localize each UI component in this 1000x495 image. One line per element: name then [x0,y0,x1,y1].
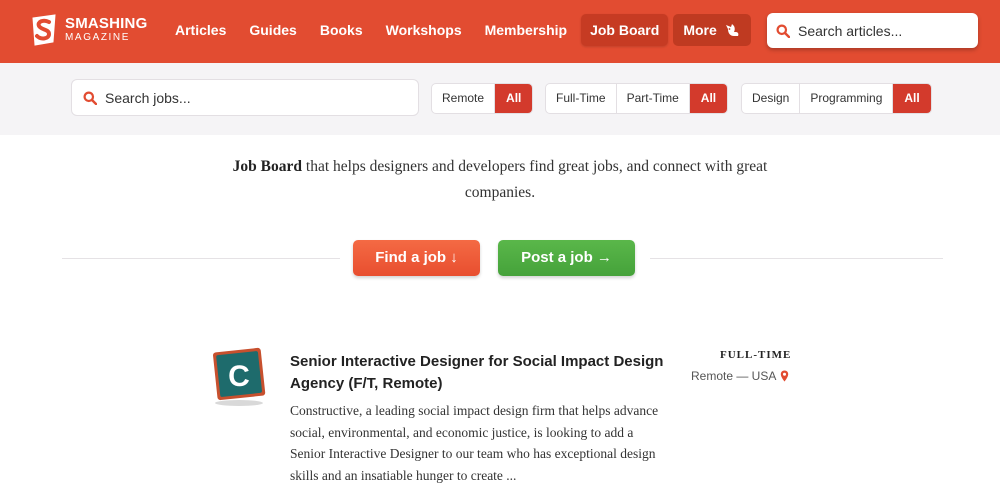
filter-employment-all[interactable]: All [689,84,728,113]
nav-more-button[interactable]: More [673,14,751,46]
logo-subtitle: MAGAZINE [65,32,131,43]
nav-workshops[interactable]: Workshops [377,14,471,46]
article-search-input[interactable] [798,22,958,39]
nav-job-board[interactable]: Job Board [581,14,669,46]
job-type: FULL-TIME [720,349,792,361]
main-nav: Articles Guides Books Workshops Membersh… [166,14,756,46]
job-search-input[interactable] [105,89,265,106]
search-icon [83,91,97,105]
job-location: Remote — USA [691,369,789,383]
job-filter-bar: Remote All Full-Time Part-Time All Desig… [0,63,1000,135]
job-title-link[interactable]: Senior Interactive Designer for Social I… [290,351,670,395]
search-icon [776,24,790,38]
site-header: SMASHING MAGAZINE Articles Guides Books … [0,0,1000,63]
location-pin-icon [781,370,789,382]
article-search[interactable] [767,13,978,48]
intro-body: that helps designers and developers find… [302,158,768,201]
employment-filter: Full-Time Part-Time All [545,83,729,114]
job-location-text: Remote — USA [691,369,777,383]
filter-full-time[interactable]: Full-Time [546,84,617,113]
location-filter: Remote All [431,83,534,114]
site-logo[interactable]: SMASHING MAGAZINE [30,12,150,50]
nav-articles[interactable]: Articles [166,14,235,46]
category-filter: Design Programming All [741,83,932,114]
post-job-button[interactable]: Post a job → [498,240,635,276]
company-logo-letter: C [228,360,250,393]
intro-text: Job Board that helps designers and devel… [200,154,800,206]
filter-remote[interactable]: Remote [432,84,496,113]
nav-more-label: More [683,22,717,38]
filter-programming[interactable]: Programming [800,84,894,113]
intro-bold: Job Board [232,158,303,175]
divider-left [62,258,340,259]
filter-category-all[interactable]: All [893,84,931,113]
nav-books[interactable]: Books [311,14,372,46]
job-search[interactable] [71,79,419,116]
job-description: Constructive, a leading social impact de… [290,403,659,483]
find-job-button[interactable]: Find a job ↓ [353,240,480,276]
smashing-logo-icon [32,14,56,46]
nav-guides[interactable]: Guides [240,14,305,46]
cat-icon [725,24,739,36]
filter-location-all[interactable]: All [495,84,533,113]
filter-part-time[interactable]: Part-Time [617,84,690,113]
divider-right [650,258,943,259]
company-logo[interactable]: C [209,345,269,407]
logo-wordmark: SMASHING [65,15,148,32]
filter-design[interactable]: Design [742,84,801,113]
nav-membership[interactable]: Membership [476,14,576,46]
